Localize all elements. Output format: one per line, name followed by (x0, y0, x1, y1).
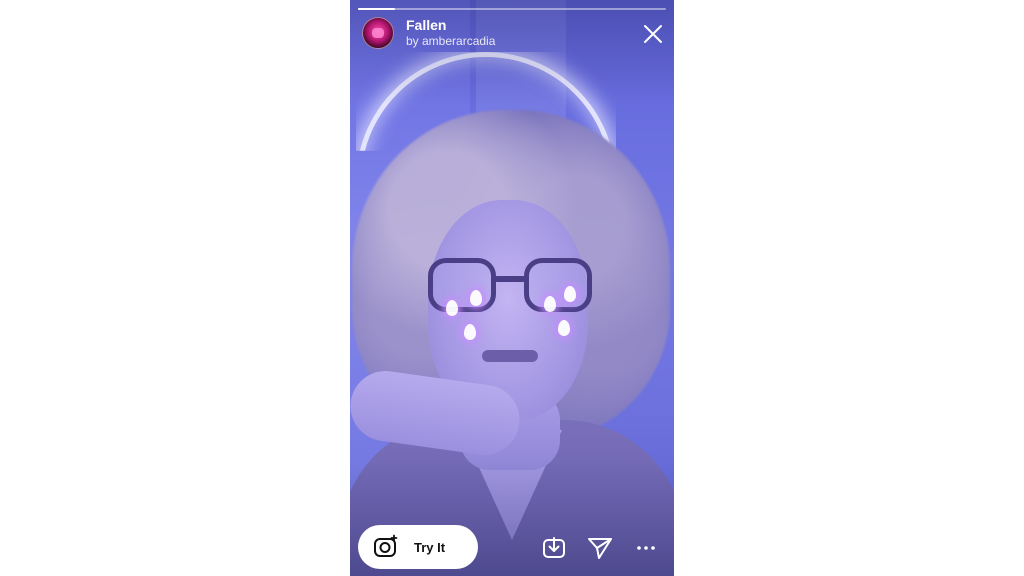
camera-icon (374, 534, 398, 557)
tear-effect (544, 296, 556, 312)
effect-info: Fallen by amberarcadia (406, 17, 495, 49)
story-progress-track (358, 8, 666, 10)
tear-effect (470, 290, 482, 306)
save-effect-button[interactable] (540, 534, 568, 562)
glasses-lens-right (524, 258, 592, 312)
tear-effect (558, 320, 570, 336)
more-icon (637, 546, 655, 550)
more-options-button[interactable] (632, 534, 660, 562)
story-photo (350, 0, 674, 576)
try-it-button[interactable]: Try It (358, 525, 478, 569)
tear-effect (564, 286, 576, 302)
story-header: Fallen by amberarcadia (362, 17, 495, 49)
close-icon (644, 25, 662, 43)
tear-effect (446, 300, 458, 316)
save-icon (543, 537, 565, 558)
effect-avatar[interactable] (362, 17, 394, 49)
tear-effect (464, 324, 476, 340)
story-footer: Try It (350, 516, 674, 576)
share-button[interactable] (586, 534, 614, 562)
story-viewer[interactable]: Fallen by amberarcadia Try It (350, 0, 674, 576)
photo-subject-mouth (482, 350, 538, 362)
story-progress-fill (358, 8, 395, 10)
page: Fallen by amberarcadia Try It (0, 0, 1024, 576)
effect-creator[interactable]: by amberarcadia (406, 34, 495, 48)
close-button[interactable] (642, 23, 664, 45)
effect-title[interactable]: Fallen (406, 17, 495, 33)
glasses-lens-left (428, 258, 496, 312)
send-icon (588, 538, 612, 559)
try-it-label: Try It (414, 539, 446, 555)
glasses-bridge (494, 276, 526, 282)
